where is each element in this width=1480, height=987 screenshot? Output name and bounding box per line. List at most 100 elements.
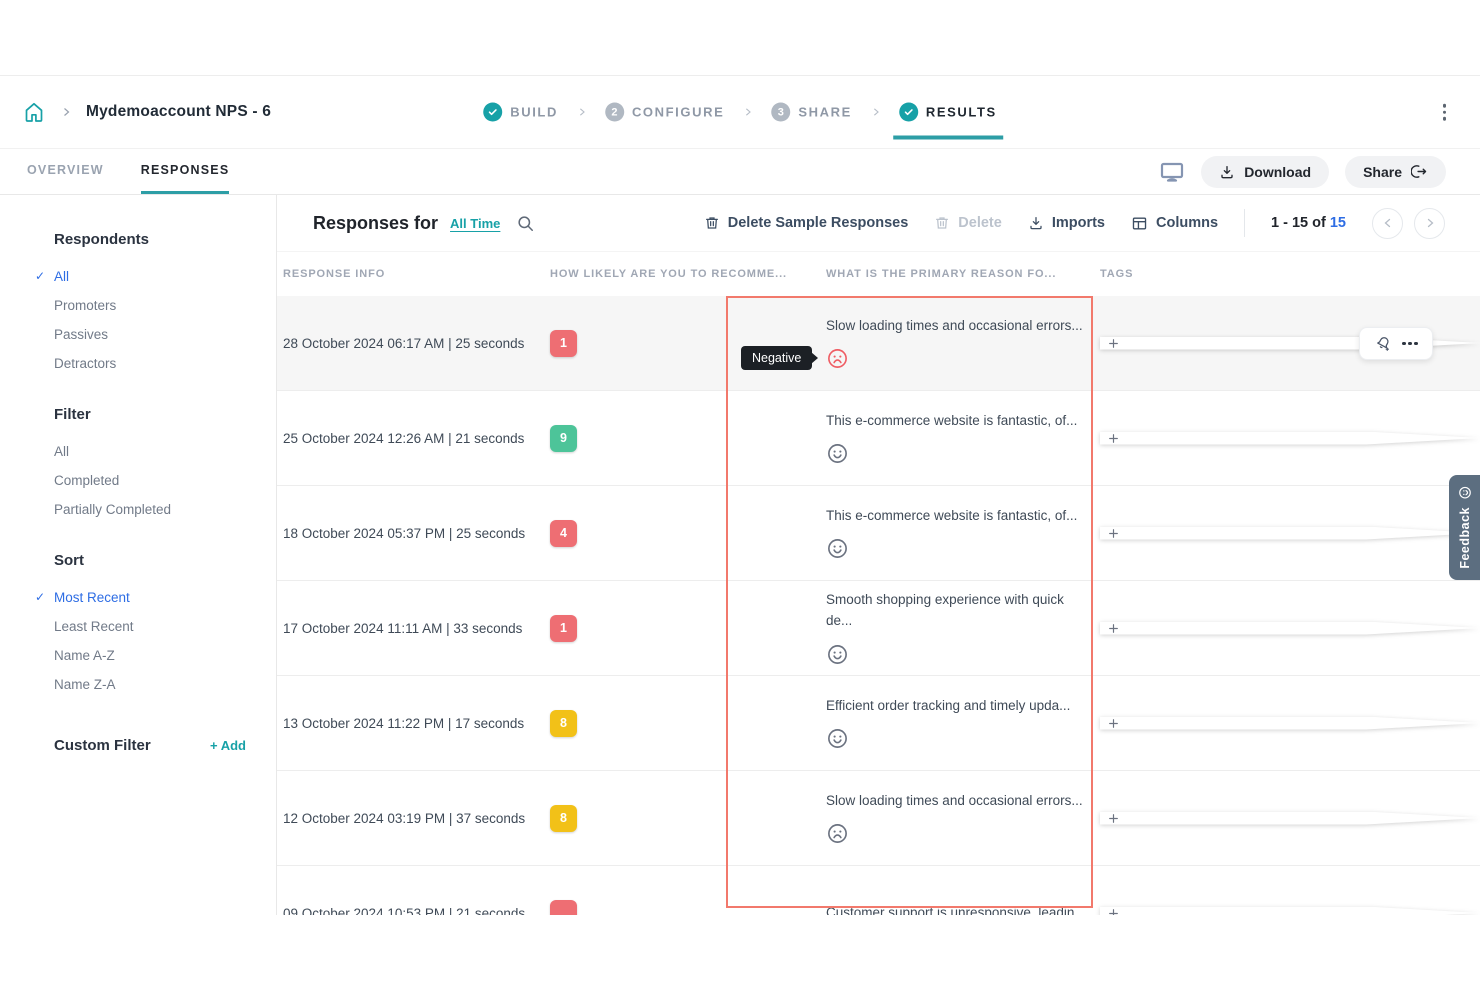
home-icon[interactable] (22, 100, 46, 124)
reason-text: Slow loading times and occasional errors… (826, 316, 1086, 337)
sad-face-red-icon (826, 347, 849, 370)
column-header-tags: TAGS (1100, 268, 1480, 280)
share-button[interactable]: Share (1345, 156, 1446, 188)
nps-score-badge: 8 (550, 710, 577, 737)
table-row[interactable]: 09 October 2024 10:53 PM | 21 seconds Cu… (277, 866, 1480, 915)
sidebar-item-partially-completed[interactable]: Partially Completed (0, 495, 276, 524)
download-button[interactable]: Download (1201, 156, 1329, 188)
step-label: CONFIGURE (632, 105, 724, 120)
sidebar-item-label: Completed (54, 473, 119, 488)
add-tag-button[interactable] (1100, 527, 1480, 540)
table-body: 28 October 2024 06:17 AM | 25 seconds 1 … (277, 296, 1480, 915)
delete-sample-label: Delete Sample Responses (728, 215, 909, 231)
sidebar-item-name-za[interactable]: Name Z-A (0, 670, 276, 699)
download-label: Download (1244, 164, 1311, 180)
share-label: Share (1363, 164, 1402, 180)
sidebar-item-label: All (54, 444, 69, 459)
time-filter-link[interactable]: All Time (450, 216, 500, 231)
add-tag-button[interactable] (1100, 622, 1480, 635)
add-custom-filter-button[interactable]: + Add (210, 738, 246, 753)
imports-label: Imports (1052, 215, 1105, 231)
feedback-tab-button[interactable]: Feedback (1449, 475, 1480, 580)
next-page-button[interactable] (1414, 208, 1445, 239)
step-number-icon: 2 (605, 103, 624, 122)
add-tag-button[interactable] (1100, 717, 1480, 730)
delete-label: Delete (958, 215, 1002, 231)
respondents-section: Respondents ✓ All Promoters Passives Det… (0, 231, 276, 378)
nps-score-badge (550, 900, 577, 916)
wizard-steps: BUILD 2 CONFIGURE 3 SHARE RESULTS (483, 103, 997, 122)
responses-title: Responses for (313, 213, 438, 234)
check-circle-icon (899, 103, 918, 122)
row-more-options-icon[interactable] (1402, 342, 1418, 346)
toolbar-divider (1244, 209, 1245, 237)
sidebar-item-promoters[interactable]: Promoters (0, 291, 276, 320)
sidebar-item-label: Least Recent (54, 619, 134, 634)
sidebar-item-completed[interactable]: Completed (0, 466, 276, 495)
happy-face-icon (826, 643, 849, 666)
notify-bell-plus-icon[interactable] (1374, 334, 1393, 353)
breadcrumb-chevron-icon (60, 106, 72, 118)
table-row[interactable]: 17 October 2024 11:11 AM | 33 seconds 1 … (277, 581, 1480, 676)
delete-sample-responses-button[interactable]: Delete Sample Responses (704, 215, 909, 231)
results-tabbar: OVERVIEW RESPONSES Download Share (0, 148, 1480, 195)
step-chevron-icon (576, 107, 587, 118)
step-configure[interactable]: 2 CONFIGURE (605, 103, 724, 122)
row-hover-actions[interactable] (1359, 327, 1433, 360)
trash-icon (934, 215, 950, 231)
columns-button[interactable]: Columns (1131, 215, 1218, 232)
search-icon[interactable] (516, 214, 535, 233)
table-row[interactable]: 13 October 2024 11:22 PM | 17 seconds 8 … (277, 676, 1480, 771)
display-mode-icon[interactable] (1159, 160, 1185, 184)
more-options-kebab-icon[interactable] (1439, 100, 1451, 125)
table-row[interactable]: 25 October 2024 12:26 AM | 21 seconds 9 … (277, 391, 1480, 486)
table-row[interactable]: 18 October 2024 05:37 PM | 25 seconds 4 … (277, 486, 1480, 581)
sidebar-item-filter-all[interactable]: All (0, 437, 276, 466)
sidebar-item-passives[interactable]: Passives (0, 320, 276, 349)
table-row[interactable]: 12 October 2024 03:19 PM | 37 seconds 8 … (277, 771, 1480, 866)
column-header-reason-question: WHAT IS THE PRIMARY REASON FO... (826, 268, 1100, 280)
add-tag-button[interactable] (1100, 907, 1480, 916)
step-share[interactable]: 3 SHARE (771, 103, 852, 122)
previous-page-button[interactable] (1372, 208, 1403, 239)
add-tag-button[interactable] (1100, 812, 1480, 825)
header-bar: Mydemoaccount NPS - 6 BUILD 2 CONFIGURE … (0, 75, 1480, 148)
sidebar-item-label: Passives (54, 327, 108, 342)
share-export-icon (1411, 163, 1428, 180)
nps-score-badge: 4 (550, 520, 577, 547)
delete-button[interactable]: Delete (934, 215, 1002, 231)
step-label: RESULTS (926, 105, 997, 120)
download-icon (1219, 164, 1235, 180)
step-build[interactable]: BUILD (483, 103, 558, 122)
import-download-icon (1028, 215, 1044, 231)
step-label: BUILD (510, 105, 558, 120)
response-date: 18 October 2024 05:37 PM | 25 seconds (283, 526, 550, 541)
sidebar-item-label: Name Z-A (54, 677, 116, 692)
feedback-smiley-icon (1458, 486, 1472, 500)
imports-button[interactable]: Imports (1028, 215, 1105, 231)
sidebar-item-name-az[interactable]: Name A-Z (0, 641, 276, 670)
sentiment-tooltip: Negative (741, 346, 812, 370)
columns-grid-icon (1131, 215, 1148, 232)
nps-score-badge: 9 (550, 425, 577, 452)
sort-section: Sort ✓ Most Recent Least Recent Name A-Z… (0, 552, 276, 699)
sidebar-item-label: Detractors (54, 356, 116, 371)
sidebar-item-respondents-all[interactable]: ✓ All (0, 262, 276, 291)
step-results[interactable]: RESULTS (899, 103, 997, 122)
column-header-response-info: RESPONSE INFO (283, 268, 550, 280)
add-tag-button[interactable] (1100, 432, 1480, 445)
tab-responses[interactable]: RESPONSES (141, 149, 230, 194)
sidebar-item-most-recent[interactable]: ✓ Most Recent (0, 583, 276, 612)
tab-overview[interactable]: OVERVIEW (27, 149, 104, 194)
filter-section: Filter All Completed Partially Completed (0, 406, 276, 524)
columns-label: Columns (1156, 215, 1218, 231)
nps-score-badge: 8 (550, 805, 577, 832)
sidebar-item-least-recent[interactable]: Least Recent (0, 612, 276, 641)
app-window: Mydemoaccount NPS - 6 BUILD 2 CONFIGURE … (0, 0, 1480, 987)
table-row[interactable]: 28 October 2024 06:17 AM | 25 seconds 1 … (277, 296, 1480, 391)
sidebar-item-detractors[interactable]: Detractors (0, 349, 276, 378)
sidebar-item-label: Most Recent (54, 590, 130, 605)
response-date: 12 October 2024 03:19 PM | 37 seconds (283, 811, 550, 826)
response-date: 13 October 2024 11:22 PM | 17 seconds (283, 716, 550, 731)
table-header-row: RESPONSE INFO HOW LIKELY ARE YOU TO RECO… (277, 252, 1480, 296)
